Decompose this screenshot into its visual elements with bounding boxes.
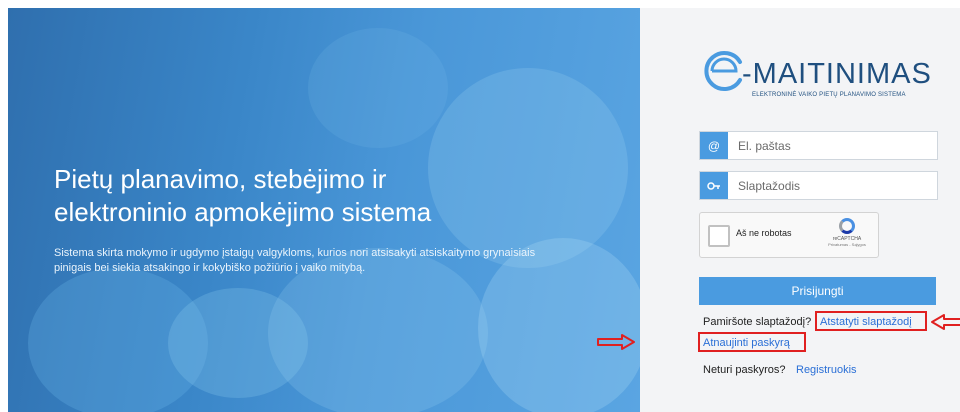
recaptcha-icon	[839, 218, 855, 234]
logo-wordmark: -MAITINIMAS	[742, 58, 932, 90]
password-input[interactable]	[736, 175, 930, 197]
hero-image-shape	[308, 28, 448, 148]
hero-headline-line1: Pietų planavimo, stebėjimo ir	[54, 164, 387, 194]
forgot-password-text: Pamiršote slaptažodį?	[703, 316, 812, 328]
renew-link-highlight-box	[698, 332, 806, 352]
hero-description: Sistema skirta mokymo ir ugdymo įstaigų …	[54, 247, 536, 274]
email-input[interactable]	[736, 135, 930, 157]
login-button[interactable]: Prisijungti	[699, 277, 936, 305]
arrow-right-icon	[597, 334, 635, 350]
hero-headline: Pietų planavimo, stebėjimo ir elektronin…	[54, 163, 534, 229]
hero-headline-line2: elektroninio apmokėjimo sistema	[54, 197, 432, 227]
login-panel: -MAITINIMAS ELEKTRONINĖ VAIKO PIETŲ PLAN…	[597, 8, 960, 412]
recaptcha-terms[interactable]: Privatumas - Sąlygos	[822, 242, 872, 247]
logo: -MAITINIMAS ELEKTRONINĖ VAIKO PIETŲ PLAN…	[700, 48, 940, 108]
reset-link-highlight-box	[815, 311, 927, 331]
email-field[interactable]: @	[699, 131, 938, 160]
register-link[interactable]: Registruokis	[796, 364, 857, 376]
hero-banner: Pietų planavimo, stebėjimo ir elektronin…	[8, 8, 640, 412]
password-field[interactable]	[699, 171, 938, 200]
logo-tagline: ELEKTRONINĖ VAIKO PIETŲ PLANAVIMO SISTEM…	[752, 92, 906, 98]
recaptcha-label: Aš ne robotas	[736, 228, 792, 238]
key-icon	[700, 172, 728, 199]
recaptcha-checkbox[interactable]	[708, 225, 730, 247]
no-account-text: Neturi paskyros?	[703, 364, 786, 376]
recaptcha-brand: reCAPTCHA Privatumas - Sąlygos	[822, 218, 872, 247]
arrow-left-icon	[931, 314, 960, 330]
at-icon: @	[700, 132, 728, 159]
logo-e-icon	[704, 51, 742, 91]
recaptcha-widget: Aš ne robotas reCAPTCHA Privatumas - Sąl…	[699, 212, 879, 258]
